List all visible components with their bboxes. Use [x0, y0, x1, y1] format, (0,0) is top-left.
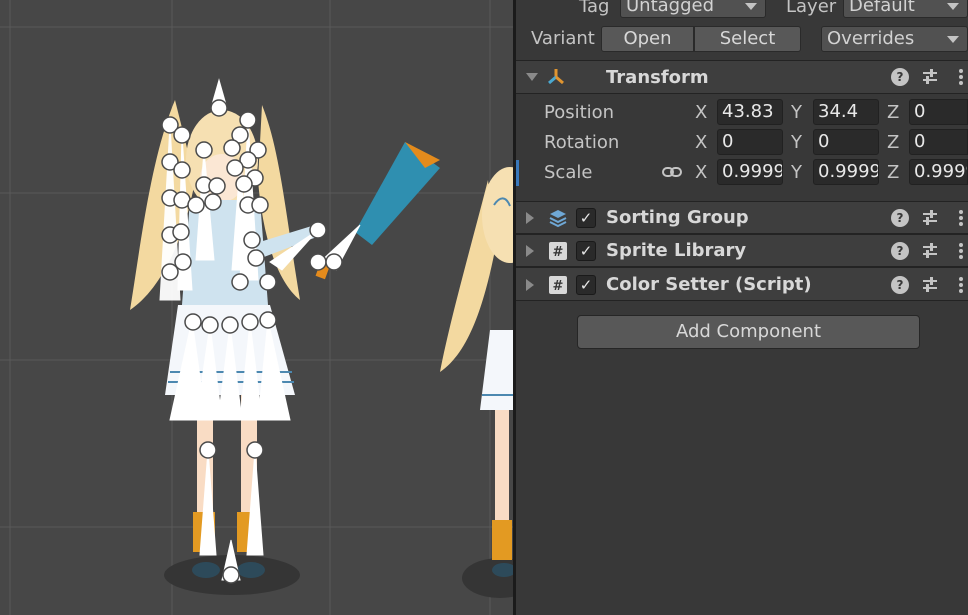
position-z-field[interactable]: 0	[909, 99, 968, 125]
kebab-menu-icon[interactable]	[952, 68, 968, 86]
color-setter-title: Color Setter (Script)	[606, 274, 812, 295]
position-label: Position	[544, 102, 615, 123]
foldout-expanded-icon[interactable]	[526, 73, 538, 81]
help-icon[interactable]: ?	[891, 276, 909, 294]
scale-x-field[interactable]: 0.9999	[717, 159, 783, 185]
presets-icon[interactable]	[921, 276, 939, 294]
second-character-sprite[interactable]	[440, 167, 513, 577]
presets-icon[interactable]	[921, 68, 939, 86]
transform-header[interactable]: Transform ?	[516, 60, 968, 94]
link-icon[interactable]	[662, 164, 682, 180]
foldout-collapsed-icon[interactable]	[526, 212, 534, 224]
chevron-down-icon	[947, 36, 959, 43]
inspector-panel: Tag Untagged Layer Default Variant Open …	[516, 0, 968, 615]
chevron-down-icon	[947, 3, 959, 10]
position-z-axis[interactable]: Z	[887, 102, 899, 123]
rotation-label: Rotation	[544, 132, 620, 153]
rotation-z-field[interactable]: 0	[909, 129, 968, 155]
position-y-axis[interactable]: Y	[791, 102, 802, 123]
sorting-group-icon	[549, 210, 567, 228]
sorting-group-enabled-checkbox[interactable]: ✓	[576, 208, 596, 228]
scale-z-axis[interactable]: Z	[887, 162, 899, 183]
tag-dropdown[interactable]: Untagged	[620, 0, 766, 18]
scene-canvas[interactable]	[0, 0, 513, 615]
add-component-button[interactable]: Add Component	[577, 315, 920, 349]
kebab-menu-icon[interactable]	[952, 242, 968, 260]
scale-x-axis[interactable]: X	[695, 162, 707, 183]
chevron-down-icon	[745, 3, 757, 10]
transform-title: Transform	[606, 67, 709, 88]
help-icon[interactable]: ?	[891, 68, 909, 86]
help-icon[interactable]: ?	[891, 209, 909, 227]
svg-text:#: #	[553, 279, 564, 294]
transform-icon	[548, 69, 564, 85]
rotation-z-axis[interactable]: Z	[887, 132, 899, 153]
modified-indicator	[516, 160, 519, 186]
script-hash-icon: #	[549, 242, 567, 260]
scene-view[interactable]	[0, 0, 513, 615]
rotation-x-field[interactable]: 0	[717, 129, 783, 155]
sprite-library-header[interactable]: # ✓ Sprite Library ?	[516, 234, 968, 267]
scale-label: Scale	[544, 162, 593, 183]
rotation-y-axis[interactable]: Y	[791, 132, 802, 153]
scale-z-field[interactable]: 0.9999	[909, 159, 968, 185]
rotation-y-field[interactable]: 0	[813, 129, 879, 155]
position-x-axis[interactable]: X	[695, 102, 707, 123]
svg-text:#: #	[553, 245, 564, 260]
open-button[interactable]: Open	[601, 26, 694, 52]
overrides-dropdown[interactable]: Overrides	[821, 26, 968, 52]
select-button[interactable]: Select	[694, 26, 801, 52]
overrides-label: Overrides	[827, 28, 915, 49]
presets-icon[interactable]	[921, 209, 939, 227]
layer-dropdown[interactable]: Default	[843, 0, 968, 18]
sorting-group-header[interactable]: ✓ Sorting Group ?	[516, 201, 968, 234]
rotation-x-axis[interactable]: X	[695, 132, 707, 153]
scale-y-field[interactable]: 0.9999	[813, 159, 879, 185]
presets-icon[interactable]	[921, 242, 939, 260]
foldout-collapsed-icon[interactable]	[526, 245, 534, 257]
script-hash-icon: #	[549, 276, 567, 294]
kebab-menu-icon[interactable]	[952, 276, 968, 294]
color-setter-header[interactable]: # ✓ Color Setter (Script) ?	[516, 267, 968, 301]
position-x-field[interactable]: 43.83	[717, 99, 783, 125]
layer-label: Layer	[786, 0, 837, 17]
tag-label: Tag	[579, 0, 610, 17]
sorting-group-title: Sorting Group	[606, 207, 749, 228]
variant-label: Variant	[531, 28, 595, 49]
scale-y-axis[interactable]: Y	[791, 162, 802, 183]
foldout-collapsed-icon[interactable]	[526, 279, 534, 291]
color-setter-enabled-checkbox[interactable]: ✓	[576, 275, 596, 295]
kebab-menu-icon[interactable]	[952, 209, 968, 227]
tag-value: Untagged	[626, 0, 715, 16]
sprite-library-enabled-checkbox[interactable]: ✓	[576, 241, 596, 261]
help-icon[interactable]: ?	[891, 242, 909, 260]
layer-value: Default	[849, 0, 915, 16]
position-y-field[interactable]: 34.4	[813, 99, 879, 125]
sprite-library-title: Sprite Library	[606, 240, 747, 261]
